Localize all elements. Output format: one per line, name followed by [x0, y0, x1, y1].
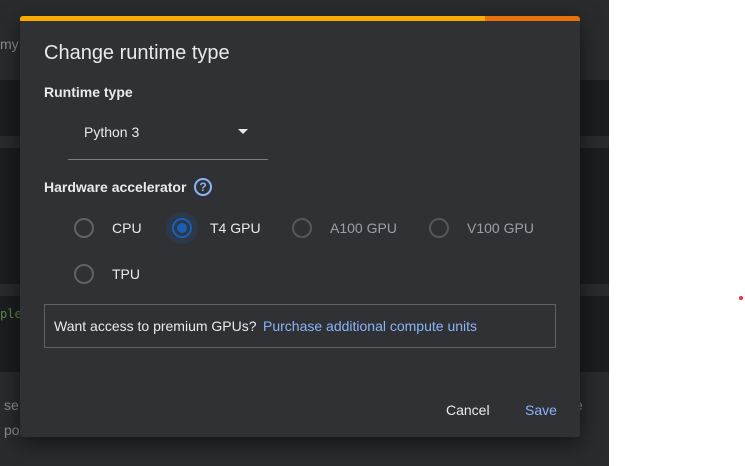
radio-option-cpu[interactable]: CPU	[74, 216, 164, 240]
dialog-title: Change runtime type	[44, 42, 230, 64]
radio-button[interactable]	[292, 218, 312, 238]
change-runtime-dialog: Change runtime type Runtime type Python …	[20, 16, 580, 437]
radio-option-tpu[interactable]: TPU	[74, 262, 164, 286]
radio-button[interactable]	[74, 218, 94, 238]
radio-button[interactable]	[74, 264, 94, 284]
radio-label: V100 GPU	[467, 220, 534, 236]
background-code-text: ple	[0, 307, 22, 321]
runtime-type-value: Python 3	[84, 124, 140, 140]
runtime-type-select[interactable]: Python 3	[68, 115, 268, 160]
premium-gpu-text: Want access to premium GPUs?	[54, 318, 257, 334]
radio-label: A100 GPU	[330, 220, 397, 236]
radio-option-t4-gpu[interactable]: T4 GPU	[172, 216, 282, 240]
radio-button[interactable]	[429, 218, 449, 238]
radio-label: T4 GPU	[210, 220, 261, 236]
cancel-button[interactable]: Cancel	[446, 402, 490, 418]
background-text: se	[4, 397, 19, 413]
progress-bar	[20, 16, 580, 21]
radio-option-a100-gpu[interactable]: A100 GPU	[292, 216, 418, 240]
radio-selected-dot	[177, 223, 187, 233]
dropdown-arrow-icon	[238, 129, 248, 134]
save-button[interactable]: Save	[525, 402, 557, 418]
radio-label: TPU	[112, 266, 140, 282]
progress-bar-fill	[20, 16, 485, 21]
background-text: po	[4, 422, 20, 438]
radio-option-v100-gpu[interactable]: V100 GPU	[429, 216, 555, 240]
purchase-compute-units-link[interactable]: Purchase additional compute units	[263, 318, 477, 334]
background-text: my	[0, 36, 19, 52]
runtime-type-label: Runtime type	[44, 84, 133, 100]
help-icon[interactable]: ?	[194, 178, 212, 196]
radio-button[interactable]	[172, 218, 192, 238]
hardware-accelerator-label: Hardware accelerator	[44, 179, 187, 195]
status-dot	[739, 296, 743, 300]
radio-label: CPU	[112, 220, 142, 236]
premium-gpu-notice: Want access to premium GPUs? Purchase ad…	[44, 304, 556, 348]
